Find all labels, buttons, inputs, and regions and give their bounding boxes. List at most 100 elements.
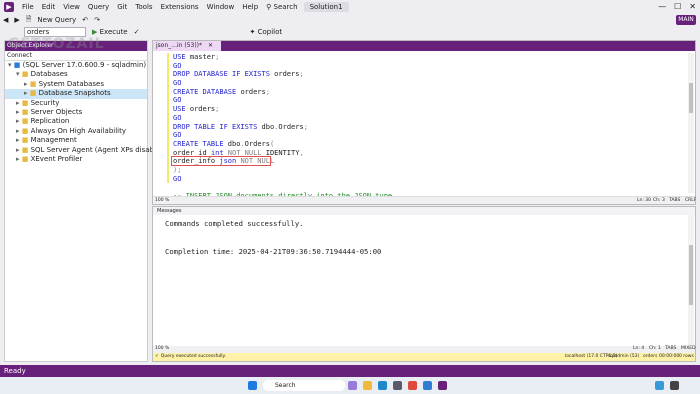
- editor-status: 100 % Ln: 30 Ch: 3 TABS CRLF: [153, 196, 697, 204]
- folder-icon: ■: [29, 89, 39, 98]
- query-tab[interactable]: json_...in (53))* ✕: [153, 41, 221, 51]
- tree-item[interactable]: ▾ ■ (SQL Server 17.0.600.9 - sqladmin): [5, 61, 147, 70]
- tree-item[interactable]: ▸ ■ Replication: [5, 117, 147, 126]
- code-token: ;: [265, 87, 270, 96]
- code-token: Orders: [278, 122, 304, 131]
- message-line: Commands completed successfully.: [165, 219, 304, 228]
- ssms-taskbar-icon[interactable]: [438, 381, 447, 390]
- status-text: Ready: [4, 367, 26, 375]
- tree-item-label: (SQL Server 17.0.600.9 - sqladmin): [22, 61, 147, 69]
- new-query-button[interactable]: New Query: [34, 16, 79, 24]
- main-profile-button[interactable]: MAIN: [676, 15, 696, 25]
- editor-scrollbar[interactable]: [688, 53, 694, 193]
- results-scrollbar[interactable]: [688, 215, 694, 345]
- editor-zoom[interactable]: 100 %: [155, 198, 169, 203]
- menu-window[interactable]: Window: [203, 3, 239, 11]
- code-token: ;: [299, 70, 304, 79]
- messages-tab-label: Messages: [157, 208, 182, 214]
- code-token: DROP DATABASE IF EXISTS: [173, 70, 275, 79]
- code-line: USE orders;: [173, 105, 392, 114]
- execute-button[interactable]: ▶ Execute: [92, 28, 128, 36]
- tree-item-label: Database Snapshots: [38, 89, 111, 98]
- tree-item[interactable]: ▸ ■ Management: [5, 136, 147, 145]
- menu-git[interactable]: Git: [113, 3, 131, 11]
- results-pane: Messages Commands completed successfully…: [152, 206, 696, 362]
- code-token: GO: [173, 79, 182, 88]
- search-button[interactable]: ⚲ Search: [266, 3, 297, 11]
- windows-taskbar: Search: [0, 377, 700, 394]
- code-line: GO: [173, 175, 392, 184]
- object-explorer-toolbar: Connect: [5, 51, 147, 61]
- scroll-thumb[interactable]: [689, 83, 693, 113]
- code-area[interactable]: USE master; GO DROP DATABASE IF EXISTS ord…: [173, 53, 392, 201]
- check-icon[interactable]: ✓: [134, 28, 140, 36]
- editor-mode: TABS: [669, 198, 681, 203]
- solution-name[interactable]: Solution1: [303, 2, 349, 12]
- terminal-icon[interactable]: [393, 381, 402, 390]
- tree-item[interactable]: ▾ ■ Databases: [5, 70, 147, 79]
- start-icon[interactable]: [248, 381, 257, 390]
- maximize-icon[interactable]: ☐: [674, 2, 681, 11]
- tree-item[interactable]: ▸ ■ System Databases: [5, 80, 147, 89]
- menu-file[interactable]: File: [18, 3, 38, 11]
- menu-query[interactable]: Query: [84, 3, 113, 11]
- code-token: dbo: [227, 139, 241, 148]
- undo-icon[interactable]: ↶: [79, 16, 91, 24]
- redo-icon[interactable]: ↷: [91, 16, 103, 24]
- db-info: orders: [643, 354, 658, 359]
- menu-help[interactable]: Help: [238, 3, 262, 11]
- tree-item[interactable]: ▸ ■ Database Snapshots: [5, 89, 147, 99]
- back-icon[interactable]: ◀: [0, 16, 11, 24]
- code-token: USE: [173, 53, 190, 61]
- code-token: USE: [173, 105, 190, 114]
- menu-edit[interactable]: Edit: [38, 3, 60, 11]
- tree-item[interactable]: ▸ ■ XEvent Profiler: [5, 155, 147, 164]
- query-status-bar: ✔ Query executed successfully. localhost…: [153, 353, 695, 361]
- new-query-label: New Query: [37, 16, 77, 24]
- file-explorer-icon[interactable]: [363, 381, 372, 390]
- code-token: CREATE DATABASE: [173, 87, 241, 96]
- tree-item[interactable]: ▸ ■ Server Objects: [5, 108, 147, 117]
- task-view-icon[interactable]: [348, 381, 357, 390]
- code-line: DROP DATABASE IF EXISTS orders;: [173, 70, 392, 79]
- code-token: GO: [173, 61, 182, 70]
- copilot-button[interactable]: ✦ Copilot: [250, 28, 283, 36]
- results-zoom[interactable]: 100 %: [155, 346, 169, 351]
- taskbar-search[interactable]: Search: [263, 380, 345, 391]
- tree-item-label: Replication: [30, 117, 70, 126]
- edge-icon[interactable]: [378, 381, 387, 390]
- query-status-text: Query executed successfully.: [160, 354, 227, 359]
- minimize-icon[interactable]: —: [658, 2, 666, 11]
- scroll-thumb[interactable]: [689, 245, 693, 305]
- tree-item-label: XEvent Profiler: [30, 154, 83, 163]
- menu-bar: ▶ File Edit View Query Git Tools Extensi…: [0, 0, 700, 14]
- tab-close-icon[interactable]: ✕: [208, 42, 213, 49]
- window-controls: — ☐ ✕: [658, 2, 696, 11]
- code-token: orders: [240, 87, 266, 96]
- time-info: 00:00:00: [659, 354, 680, 359]
- forward-icon[interactable]: ▶: [11, 16, 22, 24]
- new-file-icon[interactable]: 🗎: [23, 15, 35, 26]
- menu-tools[interactable]: Tools: [131, 3, 156, 11]
- tree-item[interactable]: ▸ ■ Security: [5, 99, 147, 108]
- connect-button[interactable]: Connect: [7, 52, 32, 59]
- code-token: ;: [303, 122, 308, 131]
- wifi-icon[interactable]: [670, 381, 679, 390]
- store-icon[interactable]: [408, 381, 417, 390]
- editor-eol: CRLF: [685, 198, 697, 203]
- menu-view[interactable]: View: [59, 3, 84, 11]
- tree-item[interactable]: ▸ ■ Always On High Availability: [5, 127, 147, 136]
- tree-item-label: SQL Server Agent (Agent XPs disabled): [30, 145, 168, 154]
- tree-item[interactable]: ▸ ■ SQL Server Agent (Agent XPs disabled…: [5, 146, 167, 155]
- editor-tab-strip: json_...in (53))* ✕: [153, 41, 695, 51]
- close-icon[interactable]: ✕: [689, 2, 696, 11]
- code-token: GO: [173, 96, 182, 105]
- messages-tab[interactable]: Messages: [153, 207, 695, 215]
- onedrive-icon[interactable]: [655, 381, 664, 390]
- code-token: CREATE TABLE: [173, 139, 228, 148]
- rows-info: 0 rows: [679, 354, 694, 359]
- folder-icon: ■: [21, 70, 31, 79]
- menu-extensions[interactable]: Extensions: [157, 3, 203, 11]
- vscode-icon[interactable]: [423, 381, 432, 390]
